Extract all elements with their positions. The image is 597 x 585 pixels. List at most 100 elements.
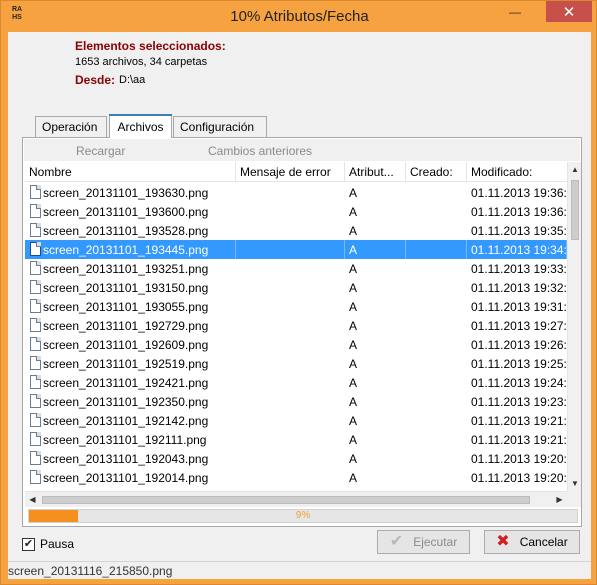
status-text: screen_20131116_215850.png	[8, 564, 173, 578]
file-icon	[30, 185, 41, 199]
created-date	[406, 297, 467, 316]
attributes: A	[349, 471, 358, 485]
error-message	[236, 392, 345, 411]
attributes: A	[349, 376, 358, 390]
modified-date: 01.11.2013 19:24:2	[471, 376, 567, 390]
cancel-button[interactable]: ✖ Cancelar	[484, 530, 580, 554]
cancel-x-icon: ✖	[496, 533, 510, 550]
error-message	[236, 202, 345, 221]
table-row[interactable]: screen_20131101_193055.png A 01.11.2013 …	[25, 297, 567, 316]
created-date	[406, 259, 467, 278]
horizontal-scrollbar[interactable]: ◀ ▶	[25, 491, 567, 507]
table-row[interactable]: screen_20131101_192421.png A 01.11.2013 …	[25, 373, 567, 392]
tab-archivos[interactable]: Archivos	[109, 114, 172, 138]
previous-changes-button[interactable]: Cambios anteriores	[208, 144, 312, 158]
error-message	[236, 468, 345, 487]
column-header-attributes[interactable]: Atribut...	[345, 162, 406, 182]
scroll-down-icon[interactable]: ▼	[568, 476, 581, 491]
table-row[interactable]: screen_20131101_193600.png A 01.11.2013 …	[25, 202, 567, 221]
modified-date: 01.11.2013 19:32:0	[471, 281, 567, 295]
execute-button[interactable]: ✔ Ejecutar	[377, 530, 470, 554]
modified-date: 01.11.2013 19:36:0	[471, 205, 567, 219]
scroll-left-icon[interactable]: ◀	[25, 492, 40, 507]
error-message	[236, 449, 345, 468]
created-date	[406, 278, 467, 297]
vertical-scrollbar[interactable]: ▲ ▼	[567, 162, 581, 491]
file-name: screen_20131101_192142.png	[43, 414, 209, 428]
title-bar[interactable]: RA HS 10% Atributos/Fecha — ✕	[1, 1, 597, 32]
reload-button[interactable]: Recargar	[76, 144, 125, 158]
table-row[interactable]: screen_20131101_192014.png A 01.11.2013 …	[25, 468, 567, 487]
attributes: A	[349, 300, 358, 314]
file-icon	[30, 242, 41, 256]
column-header-created[interactable]: Creado:	[406, 162, 467, 182]
file-icon	[30, 223, 41, 237]
attributes: A	[349, 262, 358, 276]
file-icon	[30, 451, 41, 465]
file-name: screen_20131101_192729.png	[43, 319, 209, 333]
error-message	[236, 240, 345, 259]
minimize-button[interactable]: —	[501, 1, 529, 22]
attributes: A	[349, 205, 358, 219]
cancel-label: Cancelar	[519, 535, 568, 549]
table-row[interactable]: screen_20131101_193251.png A 01.11.2013 …	[25, 259, 567, 278]
modified-date: 01.11.2013 19:26:1	[471, 338, 567, 352]
modified-date: 01.11.2013 19:25:2	[471, 357, 567, 371]
created-date	[406, 449, 467, 468]
pause-option[interactable]: ✔ Pausa	[22, 537, 74, 551]
table-row[interactable]: screen_20131101_193150.png A 01.11.2013 …	[25, 278, 567, 297]
scroll-up-icon[interactable]: ▲	[568, 162, 581, 177]
file-icon	[30, 261, 41, 275]
pause-label: Pausa	[40, 537, 75, 551]
file-name: screen_20131101_192350.png	[43, 395, 209, 409]
file-name: screen_20131101_193600.png	[43, 205, 209, 219]
table-row[interactable]: screen_20131101_193528.png A 01.11.2013 …	[25, 221, 567, 240]
modified-date: 01.11.2013 19:33:5	[471, 262, 567, 276]
created-date	[406, 221, 467, 240]
files-table[interactable]: Nombre Mensaje de error Atribut... Cread…	[25, 162, 581, 507]
modified-date: 01.11.2013 19:34:5	[467, 240, 567, 259]
attributes: A	[349, 357, 358, 371]
close-window-button[interactable]: ✕	[546, 1, 592, 22]
file-icon	[30, 280, 41, 294]
file-name: screen_20131101_193630.png	[43, 186, 209, 200]
tab-operacion[interactable]: Operación	[35, 116, 107, 137]
table-row[interactable]: screen_20131101_192111.png A 01.11.2013 …	[25, 430, 567, 449]
file-name: screen_20131101_192421.png	[43, 376, 209, 390]
horizontal-scroll-thumb[interactable]	[42, 496, 530, 504]
table-row[interactable]: screen_20131101_192043.png A 01.11.2013 …	[25, 449, 567, 468]
file-name: screen_20131101_192043.png	[43, 452, 209, 466]
table-row[interactable]: screen_20131101_193630.png A 01.11.2013 …	[25, 183, 567, 202]
file-name: screen_20131101_193528.png	[43, 224, 209, 238]
file-name: screen_20131101_193150.png	[43, 281, 209, 295]
file-icon	[30, 318, 41, 332]
column-header-name[interactable]: Nombre	[25, 162, 236, 182]
vertical-scroll-thumb[interactable]	[571, 180, 579, 240]
file-name: screen_20131101_192014.png	[43, 471, 209, 485]
table-row[interactable]: screen_20131101_192142.png A 01.11.2013 …	[25, 411, 567, 430]
tab-configuracion[interactable]: Configuración	[173, 116, 267, 137]
table-row-selected[interactable]: screen_20131101_193445.png A 01.11.2013 …	[25, 240, 567, 259]
pause-checkbox[interactable]: ✔	[22, 537, 35, 551]
source-path: D:\aa	[119, 74, 146, 86]
close-icon: ✕	[562, 3, 576, 21]
table-row[interactable]: screen_20131101_192519.png A 01.11.2013 …	[25, 354, 567, 373]
attributes: A	[349, 452, 358, 466]
error-message	[236, 259, 345, 278]
file-icon	[30, 337, 41, 351]
table-row[interactable]: screen_20131101_192350.png A 01.11.2013 …	[25, 392, 567, 411]
attributes: A	[345, 240, 406, 259]
attributes: A	[349, 338, 358, 352]
file-icon	[30, 432, 41, 446]
files-tab-panel: Recargar Cambios anteriores Nombre Mensa…	[22, 137, 582, 527]
table-row[interactable]: screen_20131101_192609.png A 01.11.2013 …	[25, 335, 567, 354]
attributes: A	[349, 433, 358, 447]
selected-items-title: Elementos seleccionados:	[75, 39, 226, 53]
column-header-error[interactable]: Mensaje de error	[236, 162, 345, 182]
selected-items-counts: 1653 archivos, 34 carpetas	[75, 56, 208, 68]
scrollbar-corner	[567, 491, 581, 507]
created-date	[406, 411, 467, 430]
scroll-right-icon[interactable]: ▶	[552, 492, 567, 507]
table-row[interactable]: screen_20131101_192729.png A 01.11.2013 …	[25, 316, 567, 335]
column-header-modified[interactable]: Modificado:	[467, 162, 567, 182]
